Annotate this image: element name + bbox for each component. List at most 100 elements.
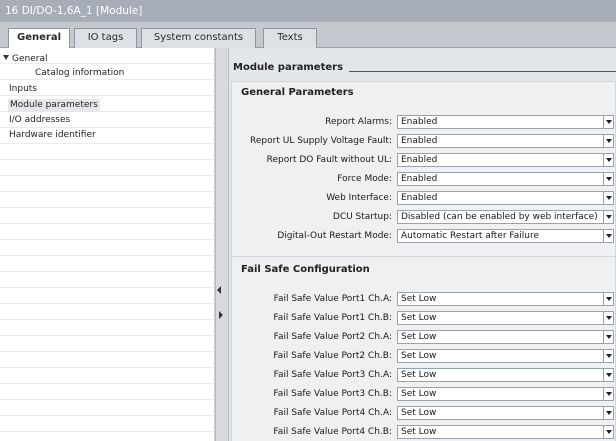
param-row-report-alarms: Report Alarms: Enabled xyxy=(232,115,616,130)
dropdown-arrow-icon[interactable] xyxy=(603,116,613,128)
dropdown-arrow-icon[interactable] xyxy=(603,173,613,185)
general-parameters-group: General Parameters Report Alarms: Enable… xyxy=(231,81,616,280)
tab-bar: General IO tags System constants Texts xyxy=(0,22,616,49)
param-label: Fail Safe Value Port1 Ch.A: xyxy=(273,294,392,304)
web-interface-select[interactable]: Enabled xyxy=(397,191,614,205)
window-title: 16 DI/DO-1,6A_1 [Module] xyxy=(0,0,616,22)
tab-general[interactable]: General xyxy=(8,28,70,49)
dropdown-arrow-icon[interactable] xyxy=(603,154,613,166)
report-alarms-select[interactable]: Enabled xyxy=(397,115,614,129)
select-value: Automatic Restart after Failure xyxy=(401,231,539,241)
dropdown-arrow-icon[interactable] xyxy=(603,293,613,305)
param-row-web-interface: Web Interface: Enabled xyxy=(232,191,616,206)
failsafe-port4-b-select[interactable]: Set Low xyxy=(397,425,614,439)
nav-item-label: General xyxy=(12,54,48,64)
param-row-failsafe-port1-a: Fail Safe Value Port1 Ch.A: Set Low xyxy=(232,292,616,307)
collapse-left-icon[interactable] xyxy=(217,286,221,294)
dropdown-arrow-icon[interactable] xyxy=(603,230,613,242)
param-row-failsafe-port2-a: Fail Safe Value Port2 Ch.A: Set Low xyxy=(232,330,616,345)
group-heading: General Parameters xyxy=(241,87,354,98)
force-mode-select[interactable]: Enabled xyxy=(397,172,614,186)
nav-item-catalog-information[interactable]: Catalog information xyxy=(35,67,124,80)
tab-texts[interactable]: Texts xyxy=(263,28,317,48)
param-label: Fail Safe Value Port1 Ch.B: xyxy=(273,313,392,323)
failsafe-port2-a-select[interactable]: Set Low xyxy=(397,330,614,344)
select-value: Enabled xyxy=(401,193,438,203)
select-value: Set Low xyxy=(401,313,437,323)
param-row-report-ul-supply: Report UL Supply Voltage Fault: Enabled xyxy=(232,134,616,149)
dropdown-arrow-icon[interactable] xyxy=(603,369,613,381)
section-title: Module parameters xyxy=(233,62,350,73)
dropdown-arrow-icon[interactable] xyxy=(603,211,613,223)
dropdown-arrow-icon[interactable] xyxy=(603,135,613,147)
failsafe-port3-a-select[interactable]: Set Low xyxy=(397,368,614,382)
param-label: Fail Safe Value Port3 Ch.A: xyxy=(273,370,392,380)
select-value: Set Low xyxy=(401,332,437,342)
panel-splitter[interactable] xyxy=(215,48,229,441)
select-value: Enabled xyxy=(401,174,438,184)
param-label: Fail Safe Value Port3 Ch.B: xyxy=(273,389,392,399)
select-value: Set Low xyxy=(401,408,437,418)
param-row-failsafe-port4-a: Fail Safe Value Port4 Ch.A: Set Low xyxy=(232,406,616,421)
fail-safe-configuration-group: Fail Safe Configuration Fail Safe Value … xyxy=(231,256,616,441)
param-label: Report DO Fault without UL: xyxy=(266,155,392,165)
param-row-report-do-fault: Report DO Fault without UL: Enabled xyxy=(232,153,616,168)
select-value: Enabled xyxy=(401,136,438,146)
expand-arrow-icon[interactable] xyxy=(3,55,9,60)
digital-out-restart-select[interactable]: Automatic Restart after Failure xyxy=(397,229,614,243)
param-label: Fail Safe Value Port4 Ch.A: xyxy=(273,408,392,418)
tab-system-constants[interactable]: System constants xyxy=(141,28,256,48)
param-row-digital-out-restart: Digital-Out Restart Mode: Automatic Rest… xyxy=(232,229,616,244)
param-row-failsafe-port1-b: Fail Safe Value Port1 Ch.B: Set Low xyxy=(232,311,616,326)
nav-item-hardware-identifier[interactable]: Hardware identifier xyxy=(9,129,96,142)
failsafe-port3-b-select[interactable]: Set Low xyxy=(397,387,614,401)
param-row-failsafe-port2-b: Fail Safe Value Port2 Ch.B: Set Low xyxy=(232,349,616,364)
param-label: Web Interface: xyxy=(326,193,392,203)
tab-io-tags[interactable]: IO tags xyxy=(74,28,137,48)
dropdown-arrow-icon[interactable] xyxy=(603,331,613,343)
dropdown-arrow-icon[interactable] xyxy=(603,192,613,204)
module-parameters-panel: Module parameters General Parameters Rep… xyxy=(229,48,616,441)
failsafe-port1-b-select[interactable]: Set Low xyxy=(397,311,614,325)
select-value: Enabled xyxy=(401,155,438,165)
select-value: Set Low xyxy=(401,427,437,437)
nav-item-io-addresses[interactable]: I/O addresses xyxy=(9,114,70,127)
param-row-dcu-startup: DCU Startup: Disabled (can be enabled by… xyxy=(232,210,616,225)
failsafe-port1-a-select[interactable]: Set Low xyxy=(397,292,614,306)
param-row-failsafe-port4-b: Fail Safe Value Port4 Ch.B: Set Low xyxy=(232,425,616,440)
failsafe-port4-a-select[interactable]: Set Low xyxy=(397,406,614,420)
param-label: Report Alarms: xyxy=(325,117,392,127)
report-do-fault-select[interactable]: Enabled xyxy=(397,153,614,167)
param-label: DCU Startup: xyxy=(332,212,392,222)
dropdown-arrow-icon[interactable] xyxy=(603,407,613,419)
dropdown-arrow-icon[interactable] xyxy=(603,388,613,400)
select-value: Enabled xyxy=(401,117,438,127)
select-value: Set Low xyxy=(401,294,437,304)
failsafe-port2-b-select[interactable]: Set Low xyxy=(397,349,614,363)
dropdown-arrow-icon[interactable] xyxy=(603,350,613,362)
dcu-startup-select[interactable]: Disabled (can be enabled by web interfac… xyxy=(397,210,614,224)
select-value: Set Low xyxy=(401,351,437,361)
nav-item-module-parameters[interactable]: Module parameters xyxy=(8,99,100,112)
param-label: Fail Safe Value Port4 Ch.B: xyxy=(273,427,392,437)
param-label: Fail Safe Value Port2 Ch.B: xyxy=(273,351,392,361)
param-row-failsafe-port3-a: Fail Safe Value Port3 Ch.A: Set Low xyxy=(232,368,616,383)
navigation-tree: General Catalog information Inputs Modul… xyxy=(0,48,215,441)
param-label: Digital-Out Restart Mode: xyxy=(277,231,392,241)
select-value: Set Low xyxy=(401,389,437,399)
param-row-failsafe-port3-b: Fail Safe Value Port3 Ch.B: Set Low xyxy=(232,387,616,402)
expand-right-icon[interactable] xyxy=(219,311,223,319)
dropdown-arrow-icon[interactable] xyxy=(603,312,613,324)
select-value: Disabled (can be enabled by web interfac… xyxy=(401,212,598,222)
nav-item-inputs[interactable]: Inputs xyxy=(9,83,37,96)
dropdown-arrow-icon[interactable] xyxy=(603,426,613,438)
param-label: Fail Safe Value Port2 Ch.A: xyxy=(273,332,392,342)
param-row-force-mode: Force Mode: Enabled xyxy=(232,172,616,187)
select-value: Set Low xyxy=(401,370,437,380)
param-label: Force Mode: xyxy=(337,174,392,184)
section-divider xyxy=(344,71,616,72)
param-label: Report UL Supply Voltage Fault: xyxy=(250,136,392,146)
group-heading: Fail Safe Configuration xyxy=(241,264,370,275)
report-ul-supply-select[interactable]: Enabled xyxy=(397,134,614,148)
nav-item-general[interactable]: General xyxy=(3,53,213,66)
